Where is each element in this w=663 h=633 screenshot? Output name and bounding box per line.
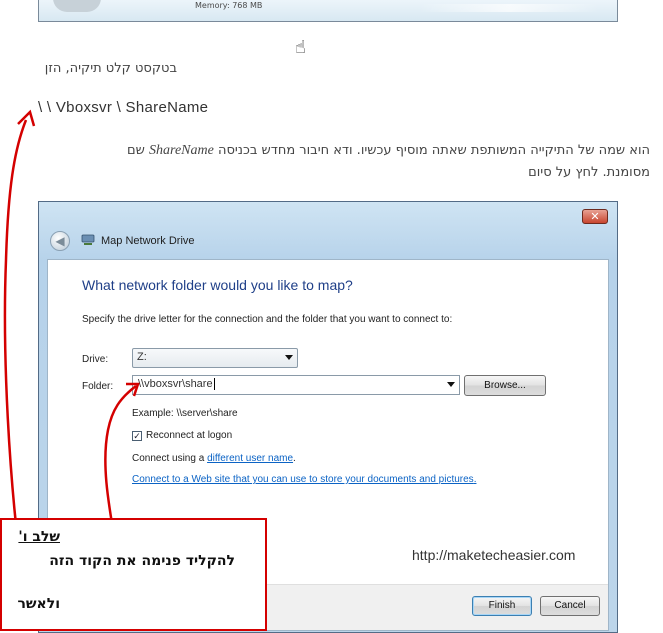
network-drive-icon bbox=[81, 234, 95, 245]
instruction-line-3: מסומנת. לחץ על סיום bbox=[528, 165, 650, 180]
reconnect-label: Reconnect at logon bbox=[146, 430, 233, 441]
annotation-line-2: ולאשר bbox=[17, 596, 60, 612]
top-image-panel: Memory: 768 MB bbox=[38, 0, 618, 22]
step-annotation-box: שלב ו' להקליד פנימה את הקוד הזה ולאשר bbox=[0, 518, 267, 631]
connect-using-suffix: . bbox=[293, 453, 296, 464]
web-site-link-suffix: . bbox=[473, 474, 477, 485]
close-button[interactable]: ✕ bbox=[582, 209, 608, 224]
left-arrow-path bbox=[3, 119, 28, 561]
instruction-line-1: בטקסט קלט תיקיה, הזן bbox=[44, 61, 177, 76]
drive-value: Z: bbox=[137, 351, 147, 363]
decorative-bar bbox=[419, 4, 599, 12]
instruction-line-2-b: שם bbox=[127, 143, 145, 158]
hand-cursor-icon: ☝ bbox=[295, 37, 306, 58]
folder-example: Example: \\server\share bbox=[132, 408, 238, 419]
annotation-line-1: להקליד פנימה את הקוד הזה bbox=[49, 553, 235, 569]
instruction-line-2-a: הוא שמה של התיקייה המשותפת שאתה מוסיף עכ… bbox=[217, 143, 650, 158]
browse-button[interactable]: Browse... bbox=[464, 375, 546, 396]
folder-input[interactable]: \\vboxsvr\share bbox=[132, 375, 460, 395]
dialog-instructions: Specify the drive letter for the connect… bbox=[82, 314, 453, 325]
dialog-title: Map Network Drive bbox=[101, 235, 195, 247]
memory-text: Memory: 768 MB bbox=[195, 1, 263, 10]
instruction-paragraph: הוא שמה של התיקייה המשותפת שאתה מוסיף עכ… bbox=[30, 140, 650, 184]
different-user-link[interactable]: different user name bbox=[207, 453, 293, 464]
connect-using-text: Connect using a different user name. bbox=[132, 453, 296, 464]
folder-value: \\vboxsvr\share bbox=[138, 378, 213, 390]
left-arrow-head bbox=[17, 109, 36, 127]
drive-label: Drive: bbox=[82, 354, 109, 365]
folder-label: Folder: bbox=[82, 381, 114, 392]
reconnect-checkbox[interactable]: ✓ bbox=[132, 431, 142, 441]
annotation-heading: שלב ו' bbox=[18, 529, 60, 545]
site-watermark: http://maketecheasier.com bbox=[412, 547, 576, 563]
chevron-down-icon bbox=[285, 355, 293, 360]
web-site-link-row[interactable]: Connect to a Web site that you can use t… bbox=[132, 474, 476, 485]
connect-using-prefix: Connect using a bbox=[132, 453, 208, 464]
chevron-down-icon[interactable] bbox=[447, 382, 455, 387]
back-button[interactable]: ◀ bbox=[50, 231, 70, 251]
reconnect-option[interactable]: ✓ Reconnect at logon bbox=[132, 430, 232, 441]
drive-select[interactable]: Z: bbox=[132, 348, 298, 368]
cancel-button[interactable]: Cancel bbox=[540, 596, 600, 616]
finish-button[interactable]: Finish bbox=[472, 596, 532, 616]
vm-thumbnail bbox=[53, 0, 101, 12]
unc-path-text: \ \ Vboxsvr \ ShareName bbox=[38, 99, 209, 116]
web-site-link[interactable]: Connect to a Web site that you can use t… bbox=[132, 474, 474, 485]
dialog-question: What network folder would you like to ma… bbox=[82, 277, 353, 293]
instruction-sharename: ShareName bbox=[149, 143, 214, 158]
